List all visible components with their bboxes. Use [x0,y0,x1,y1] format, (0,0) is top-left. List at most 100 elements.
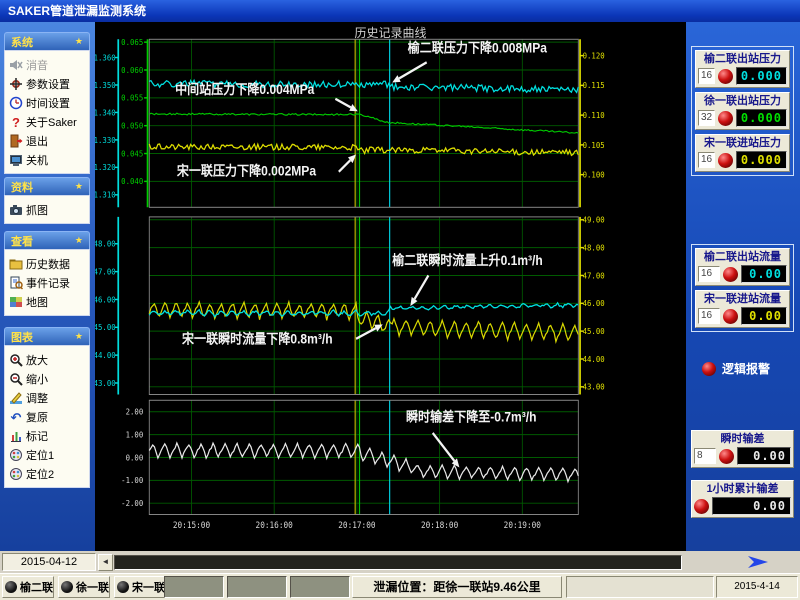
status-led-icon [694,499,709,514]
sidebar-item-label: 时间设置 [26,95,70,111]
chart-title: 历史记录曲线 [95,24,686,41]
svg-text:43.00: 43.00 [583,382,605,391]
svg-text:47.00: 47.00 [583,271,605,280]
section-header-view[interactable]: 查看 ★ [4,231,90,249]
svg-text:47.00: 47.00 [95,267,116,276]
group-title: 1小时累计输差 [694,482,791,496]
sidebar-item[interactable]: 缩小 [7,369,87,388]
sidebar-section-view: 查看 ★ 历史数据事件记录地图 [4,231,90,316]
event-time-display [227,576,287,598]
sidebar-item[interactable]: 消音 [7,55,87,74]
sidebar-item[interactable]: 历史数据 [7,254,87,273]
sidebar-item[interactable]: 时间设置 [7,93,87,112]
section-header-chart-tools[interactable]: 图表 ★ [4,327,90,345]
svg-text:20:16:00: 20:16:00 [256,520,293,531]
status-led-icon [718,69,733,84]
channel-number-field[interactable]: 32 [698,110,715,126]
sidebar-item[interactable]: 参数设置 [7,74,87,93]
channel-number-field[interactable]: 16 [698,266,720,282]
sidebar-item[interactable]: 定位1 [7,445,87,464]
sidebar-section-system: 系统 ★ 消音参数设置时间设置?关于Saker 退出关机 [4,32,90,174]
station-label: 宋一联 [132,579,165,595]
logic-alarm: 逻辑报警 [702,360,770,377]
shutdown-icon [9,153,23,167]
adjust-icon [9,391,23,405]
sidebar-item[interactable]: 事件记录 [7,273,87,292]
svg-text:-2.00: -2.00 [121,499,143,508]
star-icon: ★ [75,235,83,246]
svg-text:45.00: 45.00 [583,327,605,336]
capture-icon [9,203,23,217]
sidebar-item-label: 消音 [26,57,48,73]
locate1-icon [9,448,23,462]
svg-text:1.340: 1.340 [95,108,116,117]
svg-text:1.360: 1.360 [95,53,116,62]
sidebar-item[interactable]: 调整 [7,388,87,407]
svg-text:43.00: 43.00 [95,378,116,387]
sidebar-item[interactable]: 地图 [7,292,87,311]
star-icon: ★ [75,331,83,342]
group-title: 榆二联出站压力 [698,52,787,66]
svg-text:0.060: 0.060 [121,66,143,75]
station-button[interactable]: 榆二联 [2,576,54,598]
sidebar-item-label: 关于Saker [26,114,77,130]
mute-icon [9,58,23,72]
sidebar-item-label: 历史数据 [26,256,70,272]
svg-text:20:15:00: 20:15:00 [173,520,210,531]
events-icon [9,276,23,290]
event-time-display [290,576,350,598]
sidebar-item-label: 抓图 [26,202,48,218]
station-button[interactable]: 徐一联 [58,576,110,598]
svg-text:44.00: 44.00 [583,354,605,363]
value-display: 0.00 [741,307,787,325]
channel-number-field[interactable]: 16 [698,308,720,324]
section-header-system[interactable]: 系统 ★ [4,32,90,50]
sidebar-item[interactable]: 退出 [7,131,87,150]
alarm-label: 逻辑报警 [722,360,770,377]
date-display: 2015-04-12 [2,553,96,571]
pressure-readouts-box: 榆二联出站压力 16 0.000 徐一联出站压力 32 0.000 宋一联进站压… [691,46,794,176]
channel-number-field[interactable]: 8 [694,448,716,464]
sidebar-item[interactable]: 关机 [7,150,87,169]
section-header-data[interactable]: 资料 ★ [4,177,90,195]
scroll-back-button[interactable]: ◄ [98,554,113,571]
forward-arrow-button[interactable] [746,554,772,570]
sidebar-item-label: 事件记录 [26,275,70,291]
svg-text:↶: ↶ [11,410,22,424]
sidebar-item[interactable]: ↶ 复原 [7,407,87,426]
channel-number-field[interactable]: 16 [698,152,715,168]
exit-icon [9,134,23,148]
svg-text:0.100: 0.100 [583,170,605,179]
time-scrollbar[interactable] [114,555,682,570]
svg-text:20:17:00: 20:17:00 [338,520,375,531]
app-title: SAKER管道泄漏监测系统 [8,4,146,18]
sidebar-item[interactable]: 放大 [7,350,87,369]
about-icon: ? [9,115,23,129]
sidebar-item-label: 复原 [26,409,48,425]
sidebar-item[interactable]: ?关于Saker [7,112,87,131]
restore-icon: ↶ [9,410,23,424]
chart-area: 1.3601.3501.3401.3301.3201.3100.0650.060… [95,22,686,551]
forward-arrow-icon [746,554,772,570]
sidebar-item-label: 退出 [26,133,48,149]
station-button[interactable]: 宋一联 [114,576,166,598]
status-led-icon [719,449,734,464]
channel-number-field[interactable]: 16 [698,68,715,84]
svg-text:宋一联瞬时流量下降0.8m³/h: 宋一联瞬时流量下降0.8m³/h [181,331,332,347]
sidebar-item[interactable]: 抓图 [7,200,87,219]
app-window: SAKER管道泄漏监测系统 系统 ★ 消音参数设置时间设置?关于Saker退出关… [0,0,800,600]
sidebar-section-data: 资料 ★ 抓图 [4,177,90,224]
svg-text:44.00: 44.00 [95,351,116,360]
right-panel: 榆二联出站压力 16 0.000 徐一联出站压力 32 0.000 宋一联进站压… [686,22,800,551]
value-display: 0.00 [712,497,791,515]
group-title: 徐一联出站压力 [698,94,787,108]
params-icon [9,77,23,91]
svg-text:0.040: 0.040 [121,177,143,186]
section-title: 图表 [11,329,33,345]
measurement-group: 徐一联出站压力 32 0.000 [695,92,790,130]
sidebar-item[interactable]: 定位2 [7,464,87,483]
sidebar-item[interactable]: 标记 [7,426,87,445]
value-display: 0.00 [741,265,787,283]
measurement-group: 榆二联出站流量 16 0.00 [695,248,790,286]
station-led-icon [117,581,129,593]
